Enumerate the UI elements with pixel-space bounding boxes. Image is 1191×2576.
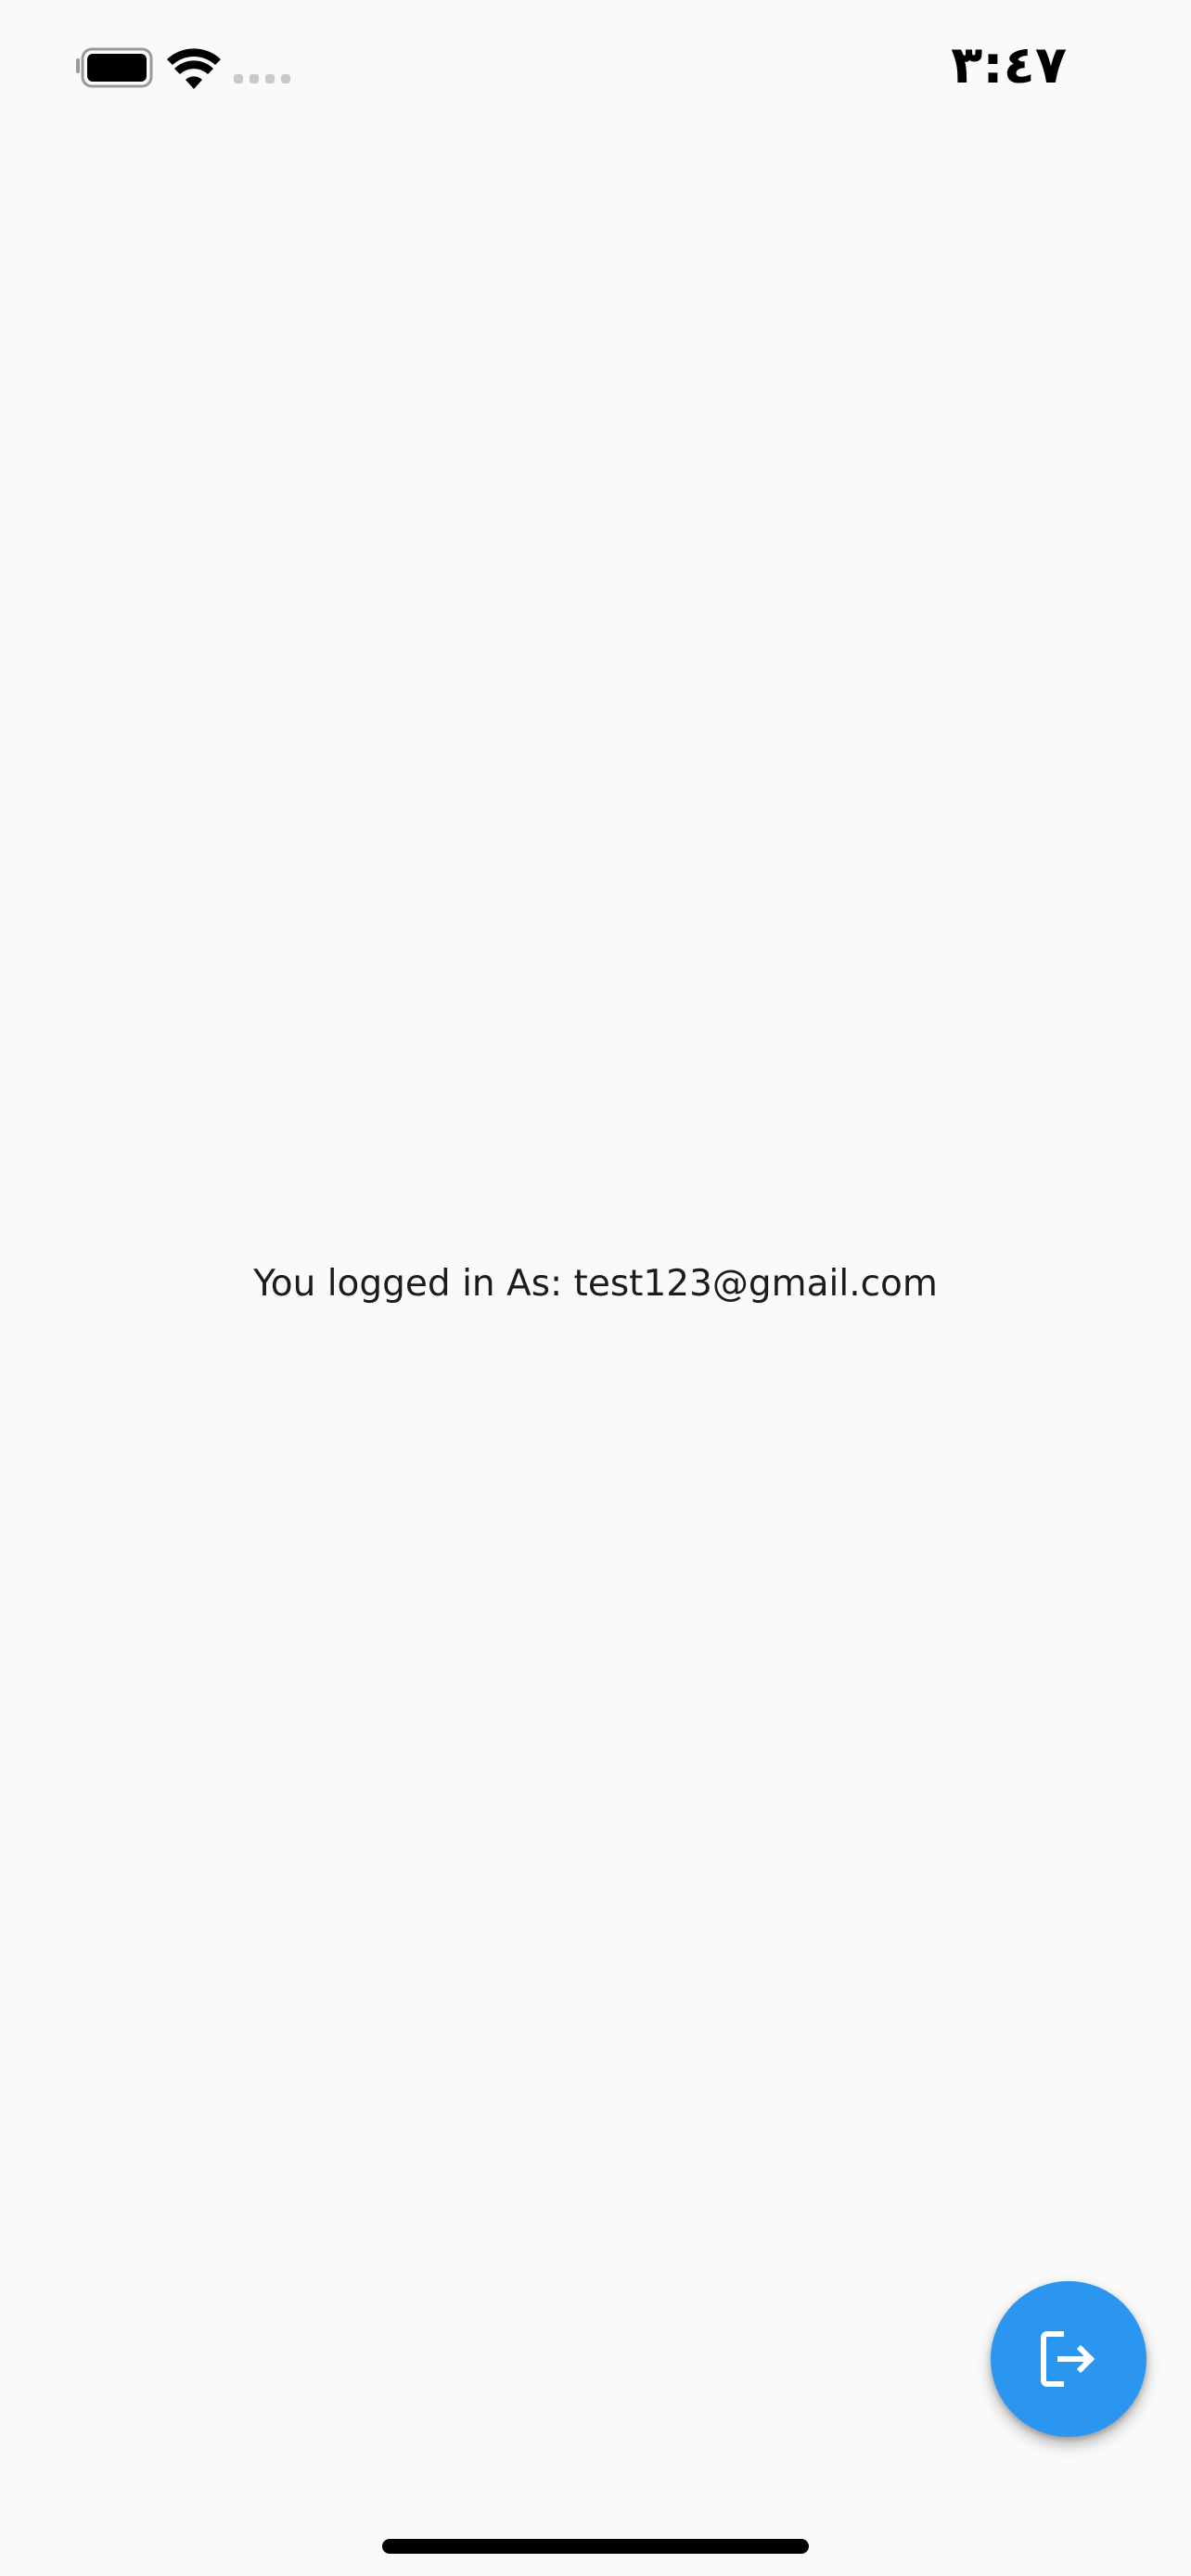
logged-in-message: You logged in As: test123@gmail.com — [253, 1263, 938, 1305]
logout-button[interactable] — [991, 2281, 1146, 2437]
wifi-icon — [167, 48, 221, 89]
battery-icon — [76, 47, 153, 88]
status-bar: ٣:٤٧ — [0, 0, 1191, 130]
status-bar-time: ٣:٤٧ — [951, 35, 1067, 96]
logout-icon — [1041, 2331, 1095, 2387]
cellular-signal-icon — [234, 74, 290, 83]
home-indicator[interactable] — [382, 2539, 809, 2554]
